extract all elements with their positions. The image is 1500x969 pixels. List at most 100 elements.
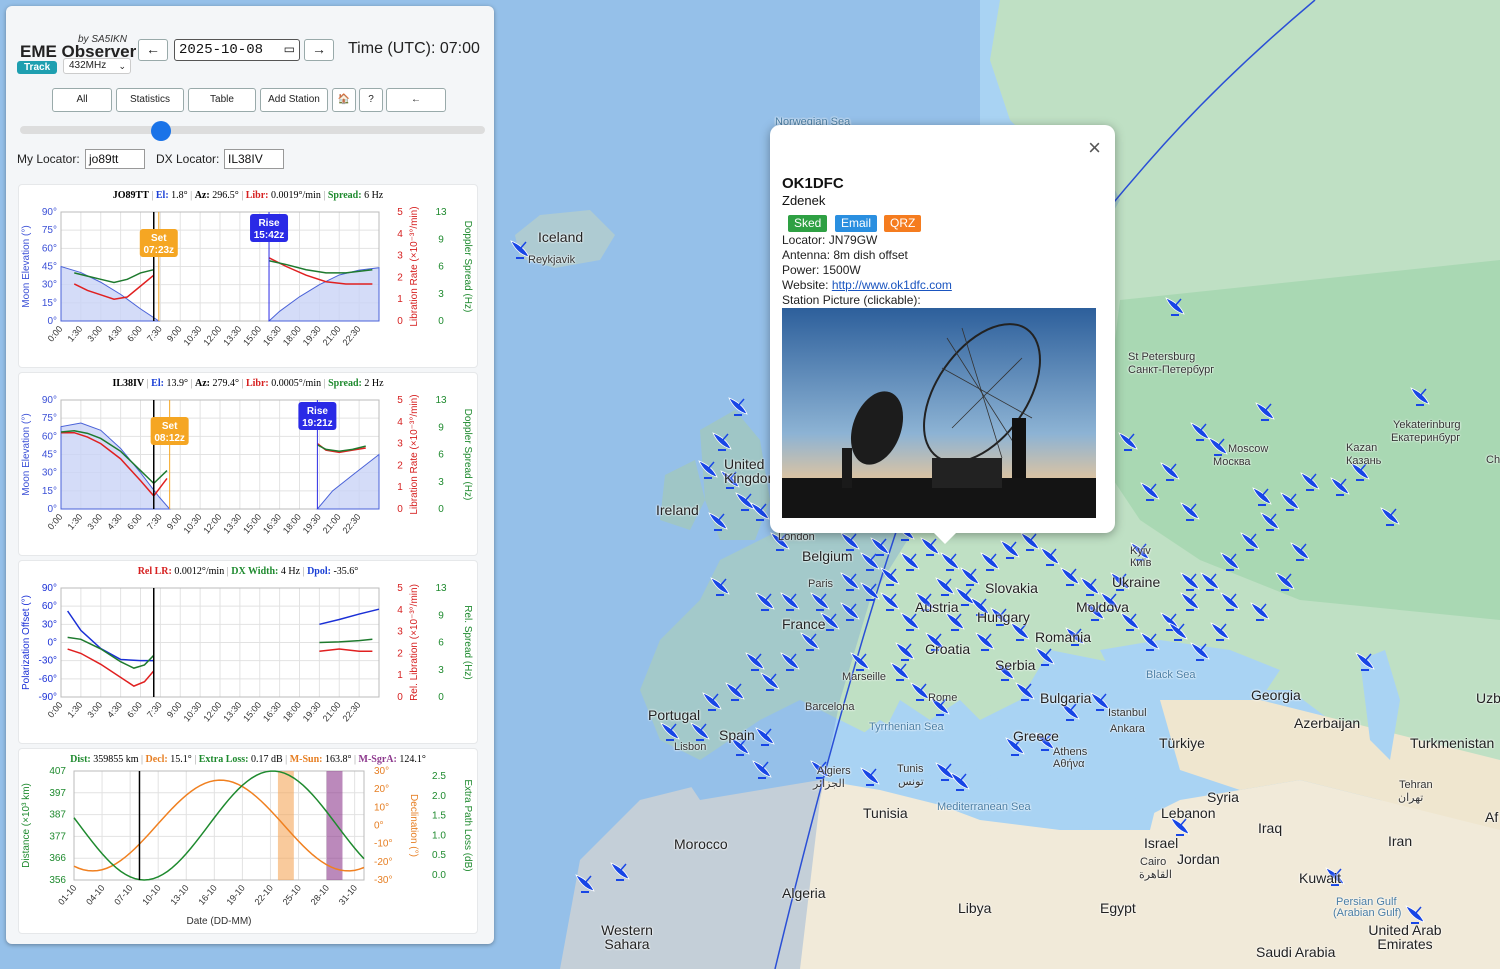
libration-tick: 2 [397,460,403,471]
chart3-plot: 90°60°30°0°-30°-60°-90°5432101396300:00 1… [21,583,473,724]
rel-spread-tick: 0 [438,692,444,703]
time-tick: 7:30 [145,700,164,720]
map-label-kazan: Kazan [1346,442,1378,454]
polarization-tick: 30° [42,619,57,630]
date-input[interactable]: 2025-10-08 ▭ [174,39,300,61]
loss-tick: 1.5 [432,811,446,822]
rel-libration-tick: 2 [397,648,403,659]
spread-tick: 0 [438,504,444,515]
map-label-azerbaijan: Azerbaijan [1294,715,1361,731]
map-label-bulgaria: Bulgaria [1040,690,1092,706]
map-label-belgium: Belgium [802,548,853,564]
date-tick: 04-10 [84,883,106,907]
distance-tick: 377 [49,831,66,842]
website-link[interactable]: http://www.ok1dfc.com [832,278,952,292]
map-label-egypt: Egypt [1100,900,1136,916]
declination-tick: 20° [374,784,389,795]
rel-spread-tick: 3 [438,665,444,676]
sun-proximity-band [277,771,294,880]
spread-tick: 3 [438,477,444,488]
close-icon[interactable]: × [1088,137,1101,159]
dx-locator-input[interactable]: IL38IV [224,149,284,169]
polarization-tick: 0° [47,638,57,649]
axis-label: Libration Rate (×10⁻³°/min) [409,394,420,514]
elevation-tick: 30° [42,280,57,291]
map-label-iceland: Iceland [538,229,584,245]
email-button[interactable]: Email [835,215,878,232]
libration-tick: 3 [397,439,403,450]
declination-tick: 10° [374,802,389,813]
map-label-western-sahara: Western Sahara [601,922,653,952]
my-locator-input[interactable]: jo89tt [85,149,145,169]
add-station-button[interactable]: Add Station [260,88,328,112]
collapse-button[interactable]: ← [386,88,446,112]
moonset-time: 08:12z [154,433,185,444]
libration-tick: 1 [397,294,403,305]
all-button[interactable]: All [52,88,112,112]
time-tick: 16:30 [261,700,283,724]
next-day-button[interactable]: → [304,39,334,61]
libration-tick: 5 [397,207,403,218]
map-label-tyrrhenian-sea: Tyrrhenian Sea [869,721,944,733]
band-select[interactable]: 432MHz ⌄ [63,58,131,74]
distance-line [73,770,365,881]
loss-tick: 0.0 [432,870,446,881]
loss-tick: 2.5 [432,771,446,782]
time-tick: 12:00 [201,324,223,348]
axis-label: Polarization Offset (°) [21,595,32,690]
distance-declination-chart: Dist: 359855 km | Decl: 15.1° | Extra Lo… [21,754,473,927]
map-label-marseille: Marseille [842,671,887,683]
axis-label: Rel. Spread (Hz) [462,605,473,679]
map-label-croatia: Croatia [925,641,971,657]
elevation-tick: 60° [42,431,57,442]
libration-tick: 3 [397,251,403,262]
date-value: 2025-10-08 [179,42,264,58]
libration-tick: 0 [397,504,403,515]
time-tick: 22:30 [341,324,363,348]
polarization-tick: -90° [39,692,57,703]
track-badge[interactable]: Track [17,61,58,74]
home-button[interactable]: 🏠 [332,88,356,112]
moon-elevation-area [316,453,380,510]
time-tick: 21:00 [321,512,343,536]
spread-tick: 13 [435,395,447,406]
map-label-austria: Austria [915,599,959,615]
time-tick: 1:30 [65,512,84,532]
station-popup: × OK1DFC Zdenek Sked Email QRZ Locator: … [770,125,1115,544]
time-slider-thumb[interactable] [151,121,171,141]
time-tick: 6:00 [125,324,144,344]
map-label-istanbul: Istanbul [1108,707,1147,719]
map-label-turkmenistan: Turkmenistan [1410,735,1495,751]
time-tick: 4:30 [105,700,124,720]
help-button[interactable]: ? [359,88,383,112]
chart2-header: IL38IV | El: 13.9° | Az: 279.4° | Libr: … [112,378,384,389]
website-label: Website: [782,278,832,292]
date-tick: 25-10 [281,883,303,907]
table-button[interactable]: Table [188,88,256,112]
time-tick: 3:00 [85,324,104,344]
spread-tick: 6 [438,450,444,461]
time-slider-track[interactable] [20,126,485,134]
moonset-label: Set [162,421,178,432]
map-label-cairo: Cairo [1140,856,1167,868]
map-label-mediterranean-sea: Mediterranean Sea [937,801,1031,813]
prev-day-button[interactable]: ← [138,39,168,61]
time-tick: 12:00 [201,512,223,536]
station-picture[interactable] [782,308,1096,518]
time-tick: 19:30 [301,700,323,724]
date-tick: 07-10 [112,883,134,907]
statistics-button[interactable]: Statistics [116,88,184,112]
map-label-kyiv: Kyiv [1130,545,1151,557]
time-tick: 15:00 [241,324,263,348]
distance-tick: 387 [49,810,66,821]
elevation-tick: 15° [42,486,57,497]
sked-button[interactable]: Sked [788,215,828,232]
spread-tick: 9 [438,422,444,433]
rel-libration-tick: 5 [397,583,403,594]
map-label-portugal: Portugal [648,707,701,723]
map-label-yekaterinburg: Yekaterinburg [1393,419,1461,431]
calendar-icon[interactable]: ▭ [284,40,295,60]
map-label-lisbon: Lisbon [674,741,707,753]
qrz-button[interactable]: QRZ [884,215,922,232]
rel-spread-tick: 6 [438,638,444,649]
